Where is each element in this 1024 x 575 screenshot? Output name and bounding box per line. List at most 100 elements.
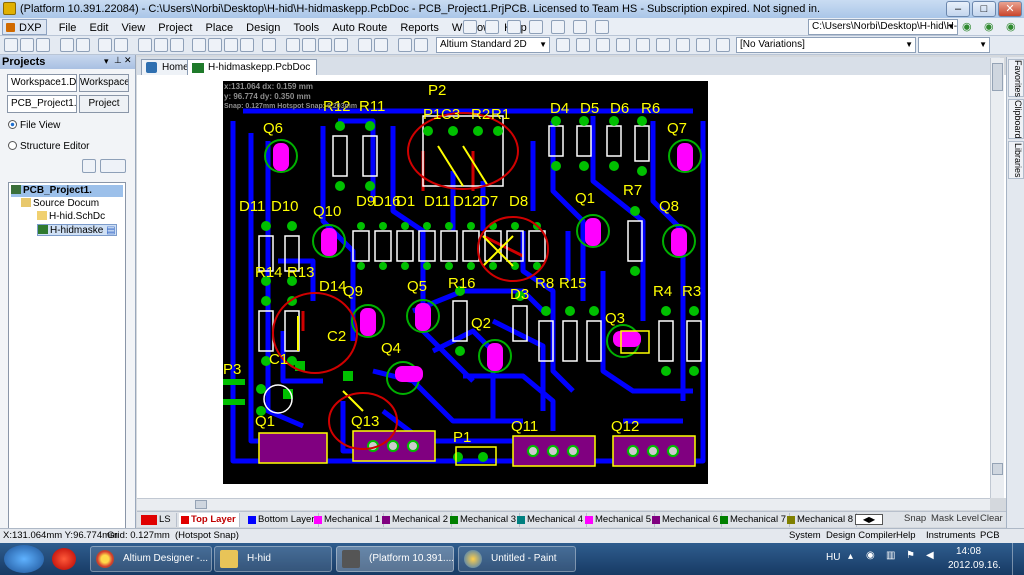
pcb-board[interactable]: P2 R12 R11 P1 C3 R2 R1 D4 D5 D6 R6 Q6 Q7 R7 D11 D10 Q10 D…: [223, 81, 708, 484]
layer-tab-mechanical-1[interactable]: Mechanical 1: [312, 513, 384, 527]
component-label[interactable]: R3: [682, 283, 701, 300]
component-label[interactable]: C1: [269, 351, 288, 368]
layer-tab-mechanical-3[interactable]: Mechanical 3: [448, 513, 520, 527]
component-label[interactable]: Q10: [313, 203, 341, 220]
component-label[interactable]: D11: [239, 198, 265, 215]
highlight-icon[interactable]: [398, 38, 412, 52]
panel-system[interactable]: System: [789, 529, 821, 543]
component-label[interactable]: R15: [559, 275, 587, 292]
component-label[interactable]: D5: [580, 100, 599, 117]
menu-view[interactable]: View: [117, 19, 151, 37]
select-inside-icon[interactable]: [286, 38, 300, 52]
menu-design[interactable]: Design: [241, 19, 285, 37]
print-icon[interactable]: [60, 38, 74, 52]
structure-editor-radio[interactable]: Structure Editor: [8, 141, 89, 153]
zoom-selected-icon[interactable]: [170, 38, 184, 52]
component-label[interactable]: Q6: [263, 120, 283, 137]
layer-tab-top[interactable]: Top Layer: [179, 513, 240, 527]
maximize-button[interactable]: □: [972, 1, 996, 17]
component-label[interactable]: D4: [550, 100, 569, 117]
move-icon[interactable]: [302, 38, 316, 52]
layer-scroll-icon[interactable]: ◀▶: [855, 514, 883, 525]
menu-place[interactable]: Place: [201, 19, 239, 37]
zoom-area-icon[interactable]: [138, 38, 152, 52]
device-icon[interactable]: [114, 38, 128, 52]
cut-icon[interactable]: [192, 38, 206, 52]
align-icon[interactable]: [551, 20, 565, 34]
menu-file[interactable]: File: [54, 19, 82, 37]
component-label[interactable]: D12: [453, 193, 481, 210]
start-button[interactable]: [4, 545, 44, 573]
component-label[interactable]: P1: [423, 106, 441, 123]
component-label[interactable]: P1: [453, 429, 471, 446]
vertical-scrollbar[interactable]: [990, 58, 1004, 498]
component-label[interactable]: R13: [287, 264, 315, 281]
component-label[interactable]: R7: [623, 182, 642, 199]
horizontal-scroll-thumb[interactable]: [195, 500, 207, 509]
paste-icon[interactable]: [224, 38, 238, 52]
taskbar-paint[interactable]: Untitled - Paint: [458, 546, 576, 572]
refresh-icon[interactable]: ◉: [1006, 20, 1016, 33]
deselect-icon[interactable]: [318, 38, 332, 52]
clear-filter-icon[interactable]: [334, 38, 348, 52]
show-desktop-button[interactable]: [1012, 543, 1024, 575]
tree-source-folder[interactable]: Source Docum: [21, 198, 99, 210]
workspace-button[interactable]: Workspace: [79, 74, 129, 92]
polygon-icon[interactable]: [656, 38, 670, 52]
component-label[interactable]: C2: [327, 328, 346, 345]
layer-tab-mechanical-4[interactable]: Mechanical 4: [515, 513, 587, 527]
component-label[interactable]: R2: [471, 106, 490, 123]
dxp-menu[interactable]: DXP: [2, 19, 47, 35]
component-label[interactable]: Q11: [511, 418, 538, 435]
file-view-radio[interactable]: File View: [8, 120, 60, 132]
zoom-fit-icon[interactable]: [154, 38, 168, 52]
component-label[interactable]: Q12: [611, 418, 639, 435]
component-label[interactable]: D7: [479, 193, 498, 210]
project-combo[interactable]: PCB_Project1.PrjP: [7, 95, 77, 113]
save-icon[interactable]: [36, 38, 50, 52]
layer-tab-mechanical-8[interactable]: Mechanical 8: [785, 513, 857, 527]
snap-button[interactable]: Snap: [904, 512, 926, 526]
fill-icon[interactable]: [507, 20, 521, 34]
component-label[interactable]: Q5: [407, 278, 427, 295]
component-label[interactable]: R4: [653, 283, 672, 300]
layer-set-tab[interactable]: LS: [139, 513, 177, 527]
tree-pcb[interactable]: H-hidmaske ▤: [37, 224, 117, 236]
component-label[interactable]: P3: [223, 361, 241, 378]
component-label[interactable]: R6: [641, 100, 660, 117]
panel-help[interactable]: Help: [896, 529, 916, 543]
component-label[interactable]: R8: [535, 275, 554, 292]
component-label[interactable]: D3: [510, 286, 529, 303]
component-label[interactable]: Q4: [381, 340, 401, 357]
clock-time[interactable]: 14:08: [956, 546, 981, 557]
taskbar-folder[interactable]: H-hid: [214, 546, 332, 572]
component-label[interactable]: R11: [359, 98, 385, 115]
taskbar-platform[interactable]: (Platform 10.391....: [336, 546, 454, 572]
tray-volume-icon[interactable]: ◀: [926, 550, 934, 561]
pin-icon[interactable]: ⊥: [114, 55, 122, 66]
layer-tab-mechanical-6[interactable]: Mechanical 6: [650, 513, 722, 527]
component-label[interactable]: D6: [610, 100, 629, 117]
pad-icon[interactable]: [616, 38, 630, 52]
component-label[interactable]: R14: [255, 264, 283, 281]
component-label[interactable]: Q9: [343, 283, 363, 300]
component-label[interactable]: R1: [491, 106, 510, 123]
menu-project[interactable]: Project: [153, 19, 197, 37]
via-icon[interactable]: [636, 38, 650, 52]
panel-design-compiler[interactable]: Design Compiler: [826, 529, 896, 543]
component-label[interactable]: Q1: [575, 190, 595, 207]
secondary-combo[interactable]: ▼: [918, 37, 990, 53]
back-icon[interactable]: ◉: [962, 20, 972, 33]
favorites-panel-tab[interactable]: Favorites: [1008, 59, 1024, 97]
view-style-combo[interactable]: Altium Standard 2D ▼: [436, 37, 550, 53]
component-label[interactable]: Q2: [471, 315, 491, 332]
language-indicator[interactable]: HU: [826, 552, 840, 563]
layer-tab-mechanical-7[interactable]: Mechanical 7: [718, 513, 790, 527]
project-refresh-icon[interactable]: [82, 159, 96, 173]
grid-icon[interactable]: [595, 20, 609, 34]
tray-arrow-icon[interactable]: ▴: [848, 551, 853, 562]
horizontal-scrollbar[interactable]: [137, 498, 990, 510]
component-place-icon[interactable]: [696, 38, 710, 52]
component-label[interactable]: P2: [428, 82, 446, 99]
panel-instruments[interactable]: Instruments: [926, 529, 976, 543]
